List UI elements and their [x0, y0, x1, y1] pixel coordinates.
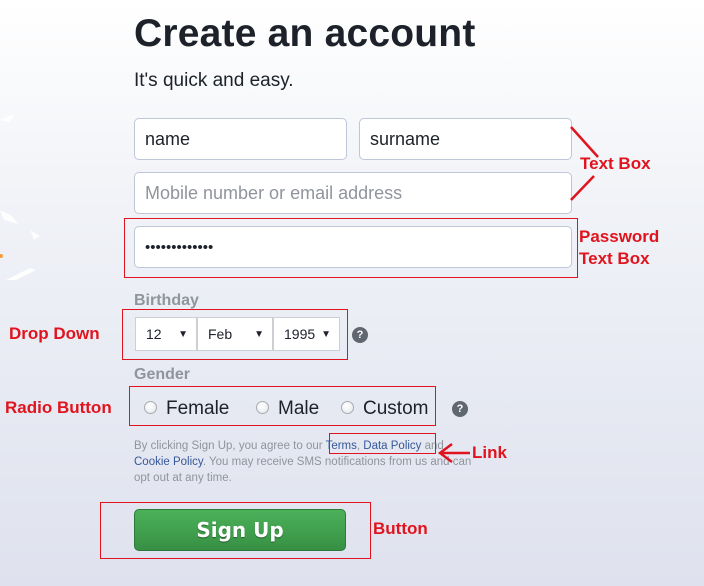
surname-input[interactable] [359, 118, 572, 160]
cookie-policy-link[interactable]: Cookie Policy [134, 456, 203, 468]
annotation-link: Link [472, 443, 507, 462]
annotation-text-box: Text Box [580, 154, 651, 173]
annotation-box-radio [129, 386, 436, 426]
background-map-decoration [0, 114, 40, 280]
annotation-box-link [329, 433, 436, 454]
annotation-box-dropdown [122, 309, 348, 360]
annotation-line [570, 175, 595, 201]
mobile-or-email-input[interactable] [134, 172, 572, 214]
annotation-box-button [100, 502, 371, 559]
page-title: Create an account [134, 12, 476, 55]
annotation-radio-button: Radio Button [5, 398, 112, 417]
annotation-arrows [437, 126, 599, 463]
question-circle-icon[interactable]: ? [452, 401, 468, 417]
question-circle-icon[interactable]: ? [352, 327, 368, 343]
annotation-password-line1: Password [579, 227, 660, 246]
gender-label: Gender [134, 366, 191, 383]
annotation-box-password [124, 218, 578, 278]
first-name-input[interactable] [134, 118, 347, 160]
annotation-drop-down: Drop Down [9, 324, 100, 343]
page-subtitle: It's quick and easy. [134, 70, 294, 91]
annotation-button: Button [373, 519, 428, 538]
birthday-label: Birthday [134, 292, 199, 309]
annotation-password-line2: Text Box [579, 249, 650, 268]
